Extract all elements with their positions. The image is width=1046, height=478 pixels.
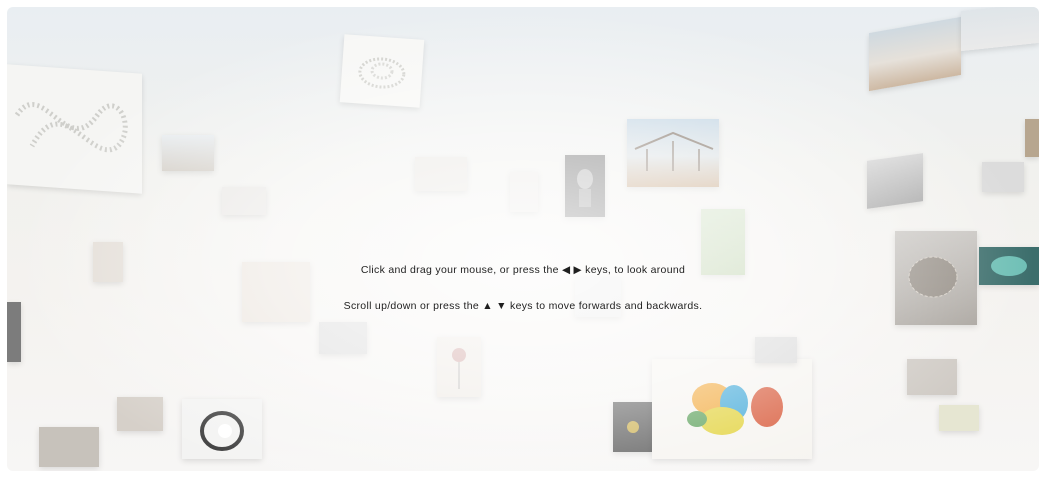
spiral-icon: [358, 57, 406, 89]
portrait-frame-right[interactable]: [1025, 119, 1039, 157]
bottom-left-frame[interactable]: [39, 427, 99, 467]
small-frame-1[interactable]: [415, 157, 467, 191]
canopy-structure-artwork[interactable]: [627, 119, 719, 187]
right-lower-frame-2[interactable]: [939, 405, 979, 431]
left-frame-2[interactable]: [93, 242, 123, 282]
look-around-instruction: Click and drag your mouse, or press the …: [360, 264, 686, 276]
eye-icon: [200, 411, 244, 451]
flower-artwork[interactable]: [437, 337, 481, 397]
small-frame-2[interactable]: [510, 172, 538, 212]
colorful-figures-artwork[interactable]: [652, 359, 812, 459]
yellow-shape-icon: [627, 421, 639, 433]
move-instruction: Scroll up/down or press the ▲ ▼ keys to …: [343, 300, 703, 312]
pearl-infinity-icon: [14, 102, 128, 153]
dark-square-artwork[interactable]: [613, 402, 653, 452]
flower-icon: [452, 348, 466, 389]
desert-landscape-artwork-2[interactable]: [961, 7, 1039, 52]
desert-landscape-artwork[interactable]: [869, 16, 961, 92]
round-table-artwork[interactable]: [319, 322, 367, 354]
small-frame-right[interactable]: [982, 162, 1024, 192]
pearl-infinity-artwork[interactable]: [7, 64, 142, 194]
right-lower-frame-1[interactable]: [907, 359, 957, 395]
canopy-icon: [634, 131, 714, 171]
figures-icon: [687, 383, 783, 435]
right-lower-frame-3[interactable]: [755, 337, 797, 363]
pearl-spiral-artwork[interactable]: [339, 34, 425, 108]
gallery-viewport[interactable]: Click and drag your mouse, or press the …: [7, 7, 1039, 471]
concrete-pavilion-artwork[interactable]: [867, 153, 923, 209]
figure-icon: [577, 169, 593, 207]
bottom-left-frame-2[interactable]: [117, 397, 163, 431]
dark-sculpture-artwork[interactable]: [565, 155, 605, 217]
road-landscape-artwork[interactable]: [162, 135, 214, 171]
eye-artwork[interactable]: [182, 399, 262, 459]
small-frame-3[interactable]: [222, 187, 266, 215]
